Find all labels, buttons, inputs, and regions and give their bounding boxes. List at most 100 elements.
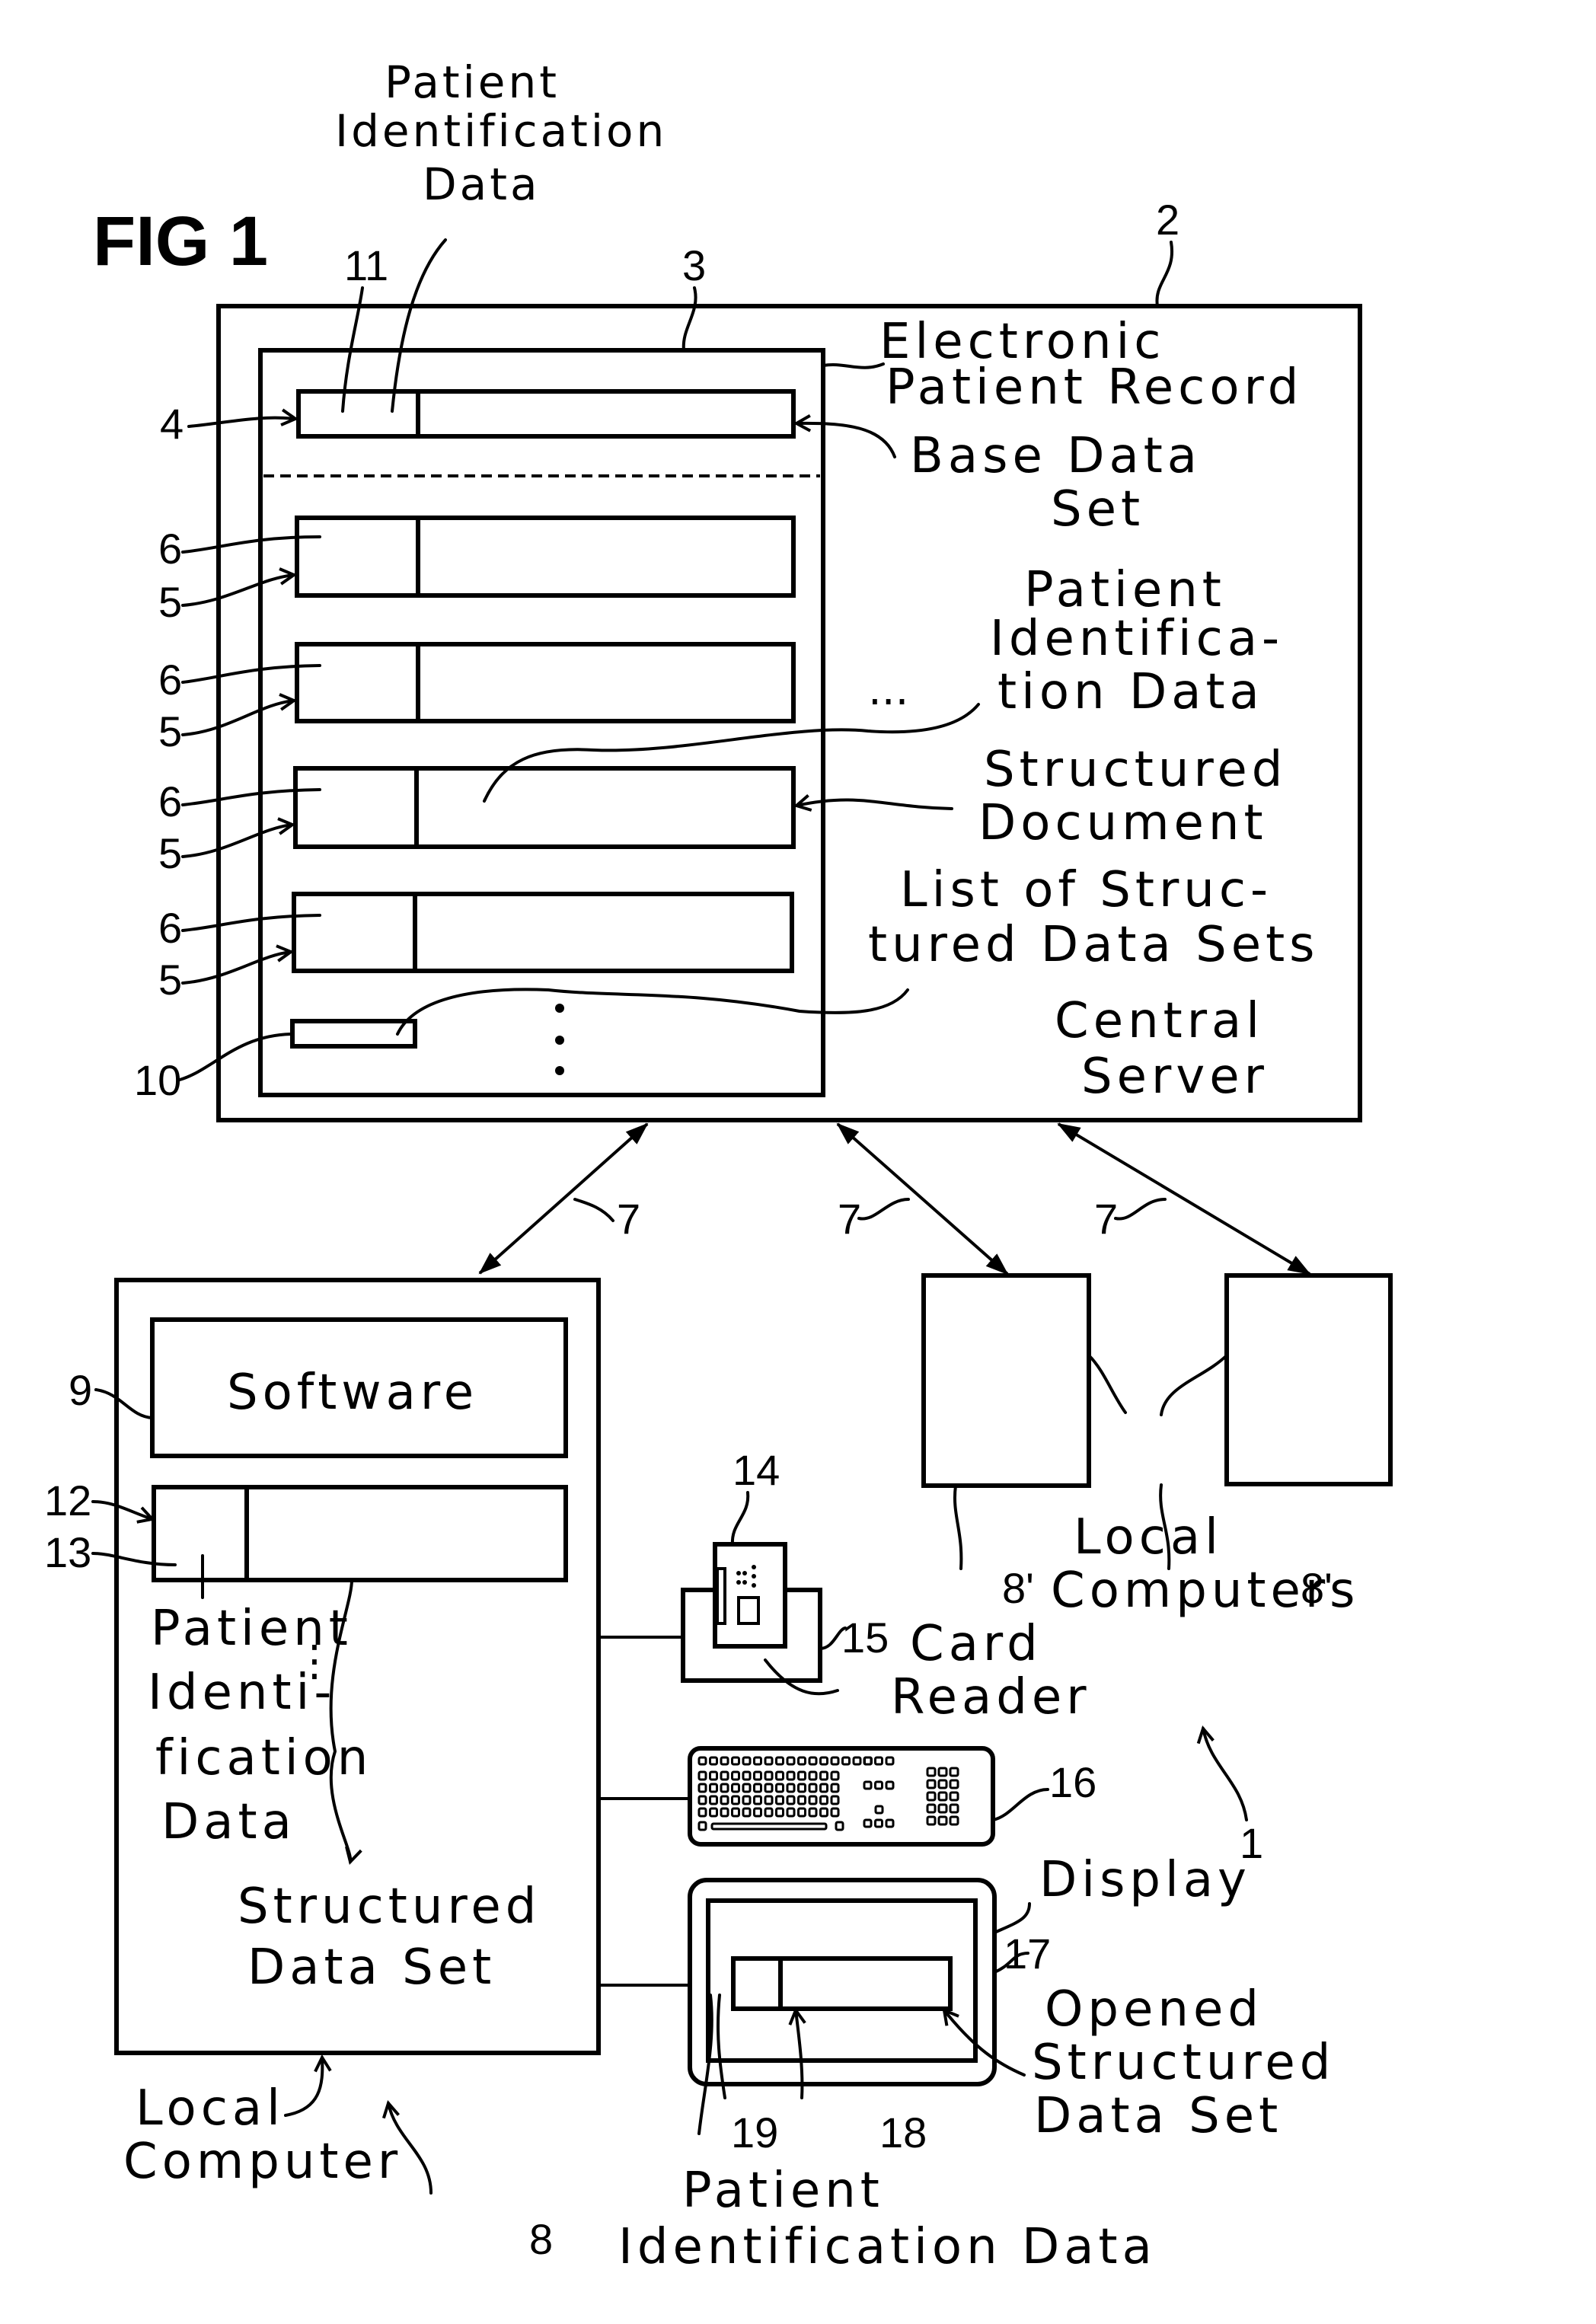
svg-text:Data: Data (423, 158, 541, 210)
keyboard-key (808, 1783, 818, 1793)
keyboard-key (753, 1795, 762, 1805)
svg-text:Base Data: Base Data (910, 428, 1202, 484)
keyboard-key (797, 1783, 806, 1793)
keyboard-key (786, 1807, 796, 1818)
keyboard-key (949, 1779, 959, 1789)
svg-text:6: 6 (158, 777, 182, 825)
label-local-computers: Local Computers (1051, 1509, 1355, 1619)
leader-1 (1203, 1729, 1248, 1821)
keyboard-key (830, 1783, 840, 1793)
keyboard-key (753, 1756, 762, 1766)
label-structured-data-set: Structured Data Set (238, 1879, 541, 1996)
keyboard-key (742, 1807, 752, 1818)
keyboard-key (835, 1821, 844, 1831)
keyboard-key (885, 1756, 895, 1766)
keyboard-key (830, 1756, 840, 1766)
keyboard-key (949, 1767, 959, 1777)
keyboard-key (742, 1795, 752, 1805)
opened-structured-data-set-box (731, 1956, 953, 2011)
keyboard-key (709, 1770, 718, 1781)
keyboard-key (808, 1770, 818, 1781)
leader-display (993, 1902, 1031, 1934)
other-local-computer-box (921, 1273, 1091, 1488)
keyboard-key (797, 1795, 806, 1805)
keyboard-key (720, 1795, 729, 1805)
keyboard-key (819, 1795, 828, 1805)
keyboard-key (797, 1770, 806, 1781)
keyboard-key (808, 1807, 818, 1818)
vertical-ellipsis (555, 1004, 564, 1075)
leader-9 (94, 1388, 154, 1419)
keyboard-key (753, 1807, 762, 1818)
keyboard-key (753, 1770, 762, 1781)
keyboard-icon (688, 1746, 995, 1847)
keyboard-key (709, 1756, 718, 1766)
numeral-12: 12 (44, 1476, 91, 1524)
leader-structured-document (796, 800, 953, 809)
keyboard-key (926, 1803, 937, 1814)
svg-text:Patient: Patient (385, 56, 560, 108)
keyboard-key (937, 1815, 948, 1826)
leader-local-computers (1087, 1354, 1127, 1414)
structured-document-row (293, 766, 796, 849)
leader-10 (178, 1033, 292, 1081)
keyboard-key (797, 1756, 806, 1766)
numeral-15: 15 (841, 1614, 889, 1662)
svg-text:Data Set: Data Set (1034, 2088, 1282, 2144)
keyboard-key (841, 1756, 851, 1766)
label-local-computer: Local Computer (123, 2080, 397, 2190)
keyboard-key (753, 1783, 762, 1793)
leader-7 (857, 1198, 910, 1221)
keyboard-key (926, 1791, 937, 1802)
keyboard-key (926, 1779, 937, 1789)
svg-text:Identifica-: Identifica- (990, 611, 1284, 667)
svg-text:Opened: Opened (1045, 1981, 1263, 2038)
keyboard-key (764, 1770, 774, 1781)
keyboard-key (874, 1756, 883, 1766)
keyboard-key (786, 1783, 796, 1793)
keyboard-key (863, 1780, 873, 1790)
svg-text:Local: Local (136, 2080, 285, 2137)
keyboard-key (731, 1770, 740, 1781)
numeral-19: 19 (731, 2109, 778, 2156)
keyboard-key (926, 1767, 937, 1777)
keyboard-key (775, 1756, 784, 1766)
svg-text:Structured: Structured (238, 1879, 541, 1935)
keyboard-key (786, 1756, 796, 1766)
svg-text:6: 6 (158, 656, 182, 704)
svg-text:Document: Document (978, 795, 1268, 851)
leader-base-data-set (796, 423, 896, 458)
keyboard-key (830, 1807, 840, 1818)
svg-text:Structured: Structured (984, 742, 1287, 798)
vertical-ellipsis-left: ⋮ (293, 1636, 336, 1686)
keyboard-key (720, 1783, 729, 1793)
keyboard-key (697, 1770, 707, 1781)
keyboard-key (885, 1818, 895, 1828)
leader-12 (91, 1500, 152, 1519)
keyboard-key (697, 1821, 707, 1831)
keyboard-key (709, 1807, 718, 1818)
label-central-server: Central Server (1055, 993, 1264, 1105)
leader-7 (1114, 1198, 1167, 1221)
structured-document-row (295, 516, 796, 598)
svg-text:Patient: Patient (682, 2163, 884, 2219)
svg-text:Structured: Structured (1032, 2035, 1335, 2091)
numeral-16: 16 (1049, 1758, 1096, 1806)
keyboard-key (697, 1756, 707, 1766)
numeral-18: 18 (879, 2109, 927, 2156)
keyboard-key (720, 1756, 729, 1766)
keyboard-key (808, 1756, 818, 1766)
keyboard-key (937, 1791, 948, 1802)
structured-document-row (295, 642, 796, 723)
svg-text:Card: Card (910, 1616, 1042, 1672)
label-display: Display (1039, 1852, 1246, 1908)
numeral-2: 2 (1156, 196, 1179, 244)
keyboard-key (937, 1779, 948, 1789)
leader-2 (1155, 241, 1174, 308)
leader-7 (573, 1198, 614, 1222)
label-structured-document: Structured Document (978, 742, 1287, 851)
keyboard-key (830, 1795, 840, 1805)
keyboard-key (808, 1795, 818, 1805)
svg-text:Identification Data: Identification Data (618, 2219, 1157, 2275)
keyboard-key (775, 1807, 784, 1818)
